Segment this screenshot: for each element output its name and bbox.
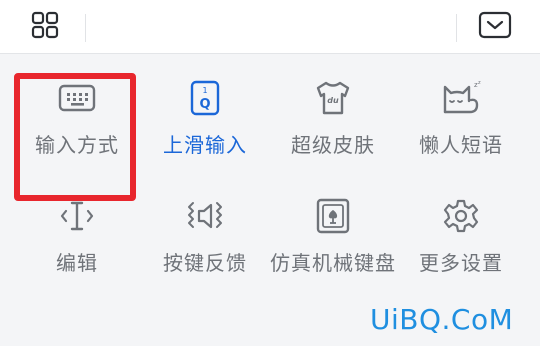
- gear-icon: [440, 195, 482, 237]
- menu-item-more-settings[interactable]: 更多设置: [396, 173, 526, 291]
- speaker-vibration-icon: [184, 195, 226, 237]
- menu-item-mechanical-keyboard[interactable]: 仿真机械键盘: [268, 173, 398, 291]
- menu-item-label: 按键反馈: [163, 251, 247, 275]
- menu-item-lazy-phrases[interactable]: z z 懒人短语: [396, 55, 526, 173]
- menu-item-label: 仿真机械键盘: [270, 251, 396, 275]
- menu-item-swipe-up-input[interactable]: 1 Q 上滑输入: [140, 55, 270, 173]
- menu-item-key-feedback[interactable]: 按键反馈: [140, 173, 270, 291]
- grid-icon: [30, 10, 60, 44]
- svg-text:Q: Q: [199, 97, 210, 112]
- toolbar-divider: [85, 14, 86, 42]
- swipe-up-input-icon: 1 Q: [184, 77, 226, 119]
- svg-text:du: du: [327, 96, 339, 105]
- menu-item-super-skin[interactable]: du 超级皮肤: [268, 55, 398, 173]
- keyboard-toolbar: [0, 0, 540, 54]
- menu-item-label: 懒人短语: [419, 133, 503, 157]
- menu-item-label: 超级皮肤: [291, 133, 375, 157]
- collapse-keyboard-button[interactable]: [470, 0, 520, 54]
- svg-text:1: 1: [202, 86, 207, 95]
- toolbar-divider: [456, 14, 457, 42]
- menu-item-label: 编辑: [56, 251, 98, 275]
- collapse-keyboard-icon: [478, 11, 512, 43]
- lazy-cat-icon: z z: [440, 77, 482, 119]
- mechanical-key-icon: [312, 195, 354, 237]
- skin-shirt-icon: du: [312, 77, 354, 119]
- svg-text:z: z: [478, 80, 481, 86]
- selection-highlight-box: [14, 73, 136, 201]
- menu-item-label: 上滑输入: [163, 133, 247, 157]
- watermark-text: UiBQ.CoM: [370, 303, 514, 336]
- grid-menu-button[interactable]: [20, 0, 70, 54]
- text-cursor-icon: [56, 195, 98, 237]
- menu-item-label: 更多设置: [419, 251, 503, 275]
